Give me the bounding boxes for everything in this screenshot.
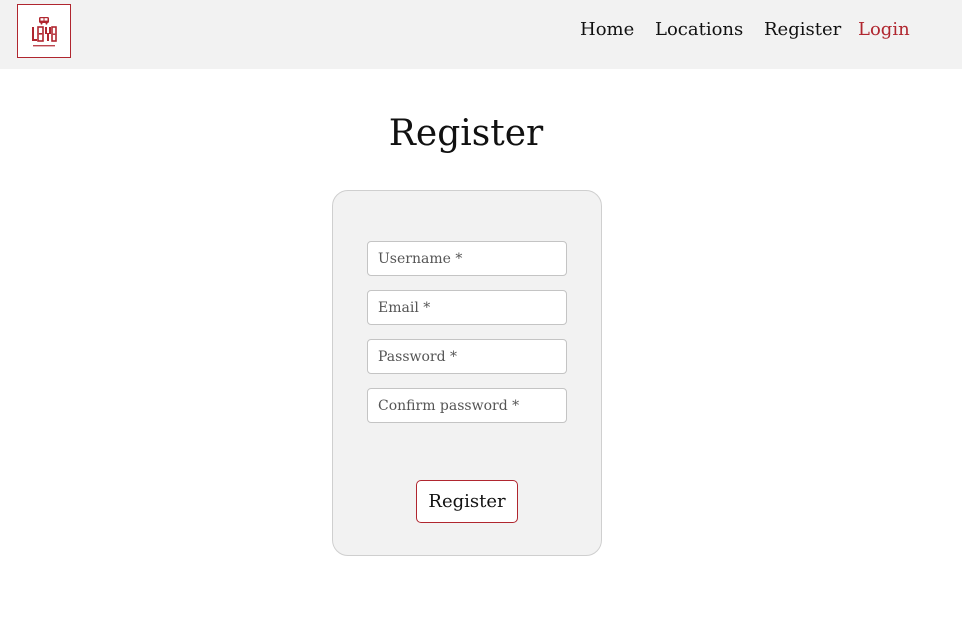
nav-home-link[interactable]: Home <box>580 19 634 41</box>
email-input[interactable] <box>367 290 567 325</box>
page-title: Register <box>388 113 544 154</box>
nav-login-link[interactable]: Login <box>858 19 910 41</box>
nav-register-link[interactable]: Register <box>764 19 841 41</box>
register-submit-button[interactable]: Register <box>416 480 518 523</box>
navbar: Home Locations Register Login <box>0 0 962 69</box>
password-input[interactable] <box>367 339 567 374</box>
nav-locations-link[interactable]: Locations <box>655 19 743 41</box>
register-form-card: Register <box>332 190 602 556</box>
confirm-password-input[interactable] <box>367 388 567 423</box>
username-input[interactable] <box>367 241 567 276</box>
logo-icon <box>32 17 57 47</box>
logo-link[interactable] <box>17 4 71 58</box>
